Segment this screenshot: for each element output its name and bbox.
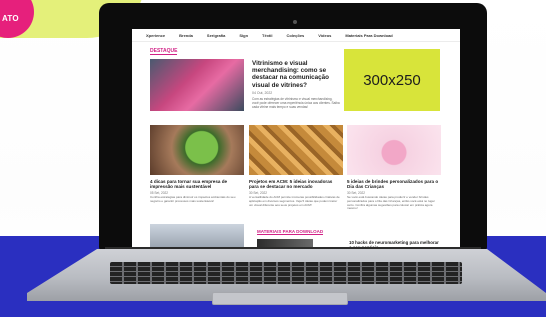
card-image-gifts[interactable] (347, 125, 441, 175)
ad-label: 300x250 (363, 71, 421, 89)
card-image-sustainability[interactable] (150, 125, 244, 175)
trackpad (212, 292, 348, 305)
nav-item-videos[interactable]: Vídeos (318, 33, 331, 38)
card-excerpt: Se você está buscando ideias para produz… (347, 195, 435, 211)
card-title[interactable]: Projetos em ACM: 5 ideias inovadoras par… (249, 179, 341, 190)
background: ATO Xperience Brenda Serigrafia Sign Têx… (0, 0, 546, 317)
top-nav: Xperience Brenda Serigrafia Sign Têxtil … (132, 29, 460, 42)
nav-item-downloads[interactable]: Materiais Para Download (345, 33, 392, 38)
nav-item-serigrafia[interactable]: Serigrafia (207, 33, 225, 38)
hero-image[interactable] (150, 59, 244, 111)
ad-banner[interactable]: 300x250 (344, 49, 440, 111)
keyboard-rows (110, 262, 462, 284)
card-excerpt: Confira estratégias para diminuir os imp… (150, 195, 236, 203)
section-title: DESTAQUE (150, 48, 178, 55)
hero-date: 04 Out, 2022 (252, 91, 273, 95)
materials-title: MATERIAIS PARA DOWNLOAD (257, 229, 324, 235)
nav-item-xperience[interactable]: Xperience (146, 33, 165, 38)
hero-excerpt: Com as estratégias de vitrinismo e visua… (252, 97, 340, 109)
nav-item-textil[interactable]: Têxtil (262, 33, 272, 38)
card-title[interactable]: 5 ideias de brindes personalizados para … (347, 179, 439, 190)
nav-item-sign[interactable]: Sign (239, 33, 248, 38)
card-title[interactable]: 4 dicas para tornar sua empresa de impre… (150, 179, 242, 190)
nav-item-colecoes[interactable]: Coleções (286, 33, 304, 38)
card-image-acm[interactable] (249, 125, 343, 175)
hero-title[interactable]: Vitrinismo e visual merchandising: como … (252, 60, 342, 89)
badge-text: ATO (2, 14, 19, 23)
nav-item-brenda[interactable]: Brenda (179, 33, 193, 38)
bottom-article-image[interactable] (150, 224, 244, 248)
card-excerpt: A versatilidade do ACM permite inúmeras … (249, 195, 340, 207)
laptop-screen: Xperience Brenda Serigrafia Sign Têxtil … (132, 29, 460, 248)
camera-icon (293, 20, 297, 24)
